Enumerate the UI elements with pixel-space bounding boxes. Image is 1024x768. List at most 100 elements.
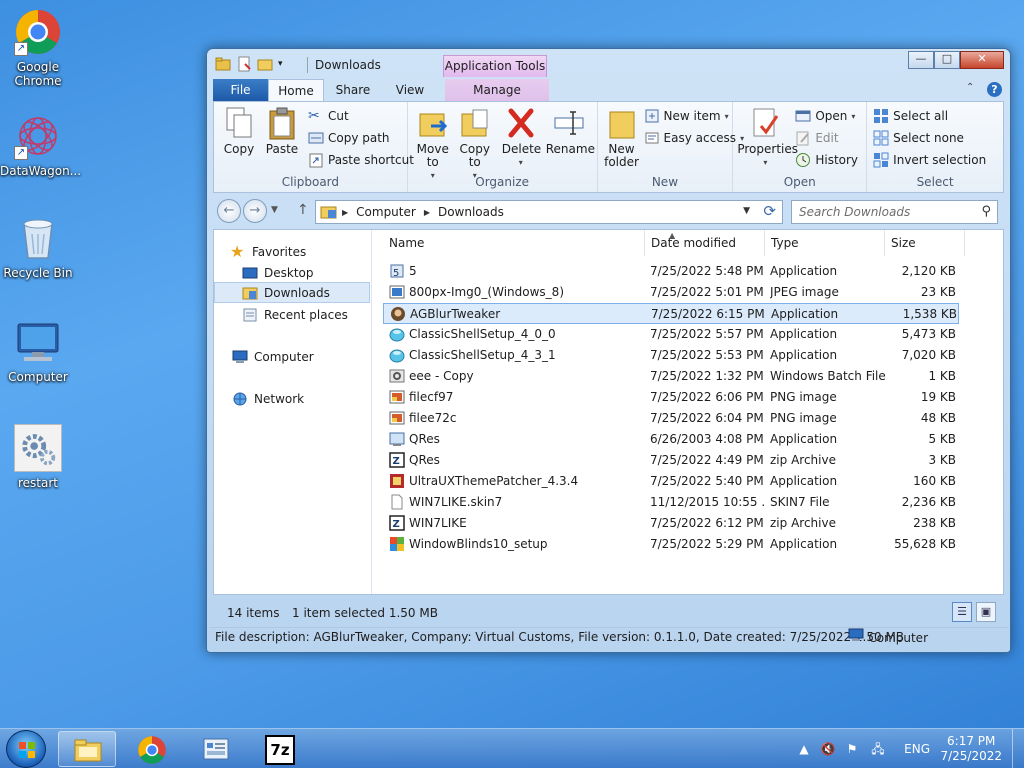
new-item-button[interactable]: New item ▾: [644, 108, 729, 124]
tab-view[interactable]: View: [382, 79, 438, 101]
copy-button[interactable]: Copy: [220, 106, 258, 156]
nav-computer[interactable]: Computer: [214, 346, 370, 367]
up-arrow-icon[interactable]: ↑: [297, 202, 309, 218]
taskbar-chrome[interactable]: [122, 731, 180, 767]
file-type: Application: [770, 537, 838, 551]
column-header-date[interactable]: Date modified: [645, 230, 765, 256]
rename-button[interactable]: Rename: [546, 106, 595, 156]
desktop-icon-datawagon[interactable]: ↗ DataWagon...: [0, 112, 81, 178]
column-header-name[interactable]: Name: [373, 230, 645, 256]
copy-path-button[interactable]: Copy path: [308, 130, 390, 146]
cut-button[interactable]: ✂ Cut: [308, 108, 349, 124]
breadcrumb-computer[interactable]: Computer: [356, 205, 416, 219]
delete-button[interactable]: Delete ▾: [502, 106, 541, 169]
breadcrumb-downloads[interactable]: Downloads: [438, 205, 504, 219]
show-hidden-icons-icon[interactable]: ▲: [796, 741, 812, 757]
refresh-icon[interactable]: ⟳: [763, 202, 776, 220]
properties-icon[interactable]: [236, 56, 252, 72]
nav-desktop[interactable]: Desktop: [214, 262, 370, 283]
file-row[interactable]: filecf97 7/25/2022 6:06 PM PNG image 19 KB: [383, 387, 959, 408]
file-date: 7/25/2022 4:49 PM: [650, 453, 764, 467]
file-row[interactable]: 800px-Img0_(Windows_8) 7/25/2022 5:01 PM J…: [383, 282, 959, 303]
tab-home[interactable]: Home: [268, 79, 324, 101]
chevron-up-icon[interactable]: ⌃: [966, 82, 980, 96]
nav-recent-places[interactable]: Recent places: [214, 304, 370, 325]
tab-share[interactable]: Share: [324, 79, 382, 101]
file-row[interactable]: QRes 6/26/2003 4:08 PM Application 5 KB: [383, 429, 959, 450]
action-center-flag-icon[interactable]: ⚑: [844, 741, 860, 757]
nav-favorites[interactable]: ★ Favorites: [214, 241, 370, 262]
paste-button[interactable]: Paste: [262, 106, 302, 156]
nav-network[interactable]: Network: [214, 388, 370, 409]
file-row[interactable]: Z QRes 7/25/2022 4:49 PM zip Archive 3 KB: [383, 450, 959, 471]
new-folder-button[interactable]: New folder: [602, 106, 642, 169]
maximize-button[interactable]: □: [934, 51, 960, 69]
file-row[interactable]: WindowBlinds10_setup 7/25/2022 5:29 PM App…: [383, 534, 959, 555]
history-button[interactable]: History: [795, 152, 858, 168]
folder-icon: [74, 739, 102, 762]
desktop-icon-chrome[interactable]: ↗ Google Chrome: [0, 8, 76, 88]
group-select: Select all Select none Invert selection …: [867, 102, 1003, 192]
paste-shortcut-button[interactable]: Paste shortcut: [308, 152, 414, 168]
search-icon[interactable]: ⚲: [981, 201, 991, 223]
new-folder-icon[interactable]: [257, 56, 273, 72]
nav-downloads[interactable]: Downloads: [214, 282, 370, 303]
tab-manage[interactable]: Manage: [445, 79, 549, 101]
chrome-icon: ↗: [14, 8, 62, 56]
address-history-icon[interactable]: ▼: [743, 206, 750, 216]
column-header-type[interactable]: Type: [765, 230, 885, 256]
close-button[interactable]: ✕: [960, 51, 1004, 69]
invert-selection-button[interactable]: Invert selection: [873, 152, 986, 168]
file-row[interactable]: ClassicShellSetup_4_0_0 7/25/2022 5:57 PM…: [383, 324, 959, 345]
show-desktop-button[interactable]: [1012, 729, 1024, 768]
start-button[interactable]: [6, 730, 46, 768]
desktop-icon-recycle-bin[interactable]: Recycle Bin: [0, 214, 76, 280]
file-row[interactable]: eee - Copy 7/25/2022 1:32 PM Windows Batch…: [383, 366, 959, 387]
network-icon[interactable]: 🖧: [870, 741, 886, 757]
move-to-button[interactable]: Move to ▾: [414, 106, 452, 182]
file-row[interactable]: 5 5 7/25/2022 5:48 PM Application 2,120 KB: [383, 261, 959, 282]
taskbar-control-panel[interactable]: [186, 731, 244, 767]
file-row[interactable]: ClassicShellSetup_4_3_1 7/25/2022 5:53 PM…: [383, 345, 959, 366]
breadcrumb-arrow-icon[interactable]: ▶: [424, 208, 430, 217]
taskbar-7zip[interactable]: 7z: [250, 731, 308, 767]
batch-icon: [389, 368, 405, 384]
file-row[interactable]: WIN7LIKE.skin7 11/12/2015 10:55 ... SKIN7 …: [383, 492, 959, 513]
shortcut-arrow-icon: ↗: [14, 146, 28, 160]
copy-to-button[interactable]: Copy to ▾: [456, 106, 494, 182]
edit-button[interactable]: Edit: [795, 130, 839, 146]
file-row[interactable]: Z WIN7LIKE 7/25/2022 6:12 PM zip Archive 238…: [383, 513, 959, 534]
navigation-pane: ★ Favorites Desktop Downloads Recent plac…: [214, 230, 372, 594]
select-none-button[interactable]: Select none: [873, 130, 964, 146]
easy-access-button[interactable]: Easy access ▾: [644, 130, 744, 146]
customize-qat-icon[interactable]: ▾: [278, 56, 294, 72]
volume-muted-icon[interactable]: 🔇: [820, 741, 836, 757]
system-tray: ▲ 🔇 ⚑ 🖧 ENG 6:17 PM 7/25/2022: [794, 729, 1024, 768]
properties-button[interactable]: Properties ▾: [737, 106, 798, 169]
file-row[interactable]: UltraUXThemePatcher_4.3.4 7/25/2022 5:40 …: [383, 471, 959, 492]
file-row[interactable]: filee72c 7/25/2022 6:04 PM PNG image 48 KB: [383, 408, 959, 429]
large-icons-view-icon[interactable]: ▣: [976, 602, 996, 622]
breadcrumb-arrow-icon[interactable]: ▶: [342, 208, 348, 217]
input-language[interactable]: ENG: [904, 742, 930, 756]
search-input[interactable]: Search Downloads ⚲: [791, 200, 998, 224]
recent-locations-icon[interactable]: ▼: [271, 205, 278, 215]
forward-button[interactable]: →: [243, 199, 267, 223]
select-all-button[interactable]: Select all: [873, 108, 948, 124]
column-header-size[interactable]: Size: [885, 230, 965, 256]
clock[interactable]: 6:17 PM 7/25/2022: [940, 734, 1002, 764]
desktop-icon-restart[interactable]: restart: [0, 424, 76, 490]
open-button[interactable]: Open ▾: [795, 108, 855, 124]
title-bar[interactable]: ▾ Downloads Application Tools — □ ✕: [207, 49, 1010, 79]
details-view-icon[interactable]: ☰: [952, 602, 972, 622]
group-label: Select: [916, 175, 954, 189]
desktop-icon-computer[interactable]: Computer: [0, 318, 76, 384]
address-bar[interactable]: ▶ Computer ▶ Downloads ▼ ⟳: [315, 200, 783, 224]
tab-file[interactable]: File: [213, 79, 268, 101]
taskbar-explorer[interactable]: [58, 731, 116, 767]
back-button[interactable]: ←: [217, 199, 241, 223]
file-row[interactable]: AGBlurTweaker 7/25/2022 6:15 PM Applicatio…: [383, 303, 959, 324]
file-date: 7/25/2022 6:12 PM: [650, 516, 764, 530]
help-icon[interactable]: ?: [987, 82, 1002, 97]
minimize-button[interactable]: —: [908, 51, 934, 69]
